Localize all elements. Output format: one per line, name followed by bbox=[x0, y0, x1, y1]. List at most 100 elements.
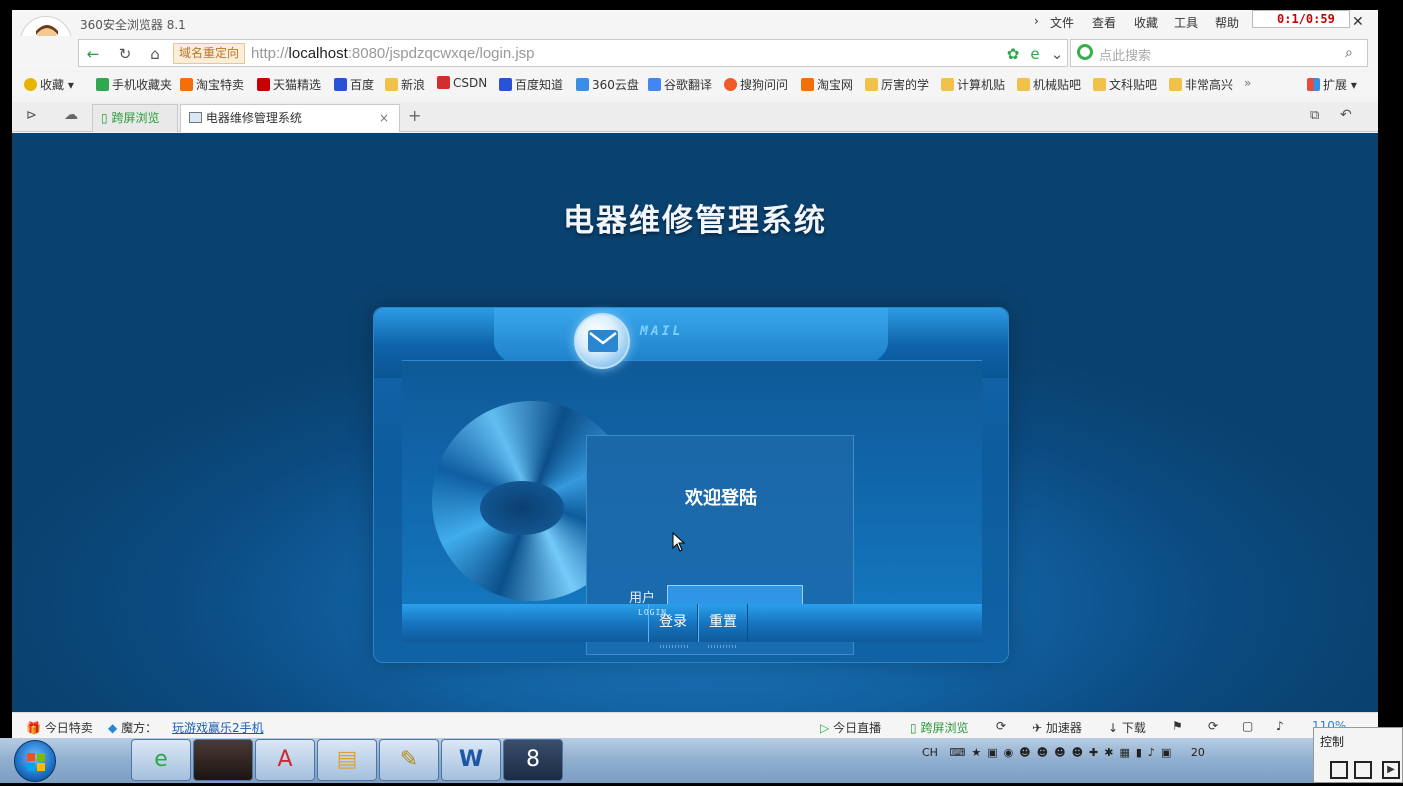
taskbar-folder-icon[interactable]: ▤ bbox=[317, 739, 377, 781]
taskbar-photo-icon[interactable] bbox=[193, 739, 253, 781]
taskbar-acrobat-icon[interactable]: A bbox=[255, 739, 315, 781]
baidu-icon bbox=[334, 78, 347, 91]
username-input[interactable] bbox=[667, 585, 803, 606]
folder-icon bbox=[1093, 78, 1106, 91]
login-button[interactable]: 登录 bbox=[648, 604, 698, 642]
taskbar-app-icon[interactable]: 8 bbox=[503, 739, 563, 781]
bookmark-item[interactable]: 淘宝网 bbox=[801, 76, 853, 93]
bookmark-item[interactable]: 搜狗问问 bbox=[724, 76, 788, 93]
cloud-icon bbox=[576, 78, 589, 91]
browser-icon[interactable]: ⟳ bbox=[1208, 719, 1218, 733]
back-arrow-icon[interactable]: ← bbox=[81, 45, 105, 63]
dropdown-chevron-icon[interactable]: ⌄ bbox=[1045, 45, 1069, 63]
bookmark-item[interactable]: 百度知道 bbox=[499, 76, 563, 93]
status-bar: 🎁 今日特卖 ◆ 魔方： 玩游戏赢乐2手机 ▷ 今日直播 ▯ 跨屏浏览 ⟳ ✈ … bbox=[12, 712, 1378, 738]
sound-icon[interactable]: ♪ bbox=[1276, 719, 1284, 733]
tab-bar: ⊳ ☁ ▯ 跨屏浏览 电器维修管理系统 × + ⧉ ↶ bbox=[12, 102, 1378, 132]
bookmark-item[interactable]: 天猫精选 bbox=[257, 76, 321, 93]
menu-chevron-icon[interactable]: › bbox=[1034, 14, 1039, 28]
menu-tools[interactable]: 工具 bbox=[1174, 14, 1198, 31]
menu-file[interactable]: 文件 bbox=[1050, 14, 1074, 31]
gift-icon: 🎁 bbox=[26, 721, 41, 735]
bookmark-item[interactable]: 文科贴吧 bbox=[1093, 76, 1157, 93]
play-icon[interactable]: ▶ bbox=[1382, 761, 1400, 779]
start-button[interactable] bbox=[14, 740, 56, 782]
bookmarks-bar: 收藏 ▾ 手机收藏夹 淘宝特卖 天猫精选 百度 新浪 CSDN 百度知道 360… bbox=[12, 72, 1378, 96]
welcome-text: 欢迎登陆 bbox=[685, 488, 757, 509]
cross-screen[interactable]: ▯ 跨屏浏览 bbox=[910, 719, 968, 736]
address-bar[interactable]: ← ↻ ⌂ 域名重定向 http://localhost:8080/jspdzq… bbox=[78, 39, 1068, 67]
tab-cross-screen[interactable]: ▯ 跨屏浏览 bbox=[92, 104, 178, 132]
tab-close-icon[interactable]: × bbox=[379, 105, 389, 131]
download[interactable]: ↓ 下载 bbox=[1108, 719, 1146, 736]
translate-icon bbox=[648, 78, 661, 91]
ie-icon[interactable]: ⟳ bbox=[996, 719, 1006, 733]
bookmark-item[interactable]: 计算机贴 bbox=[941, 76, 1005, 93]
game-link[interactable]: 玩游戏赢乐2手机 bbox=[172, 719, 264, 736]
redirect-badge[interactable]: 域名重定向 bbox=[173, 43, 246, 64]
address-row: ← ↻ ⌂ 域名重定向 http://localhost:8080/jspdzq… bbox=[12, 36, 1378, 70]
tray-icons[interactable]: ⌨★▣◉☻☻☻☻✚✱▦▮♪▣ bbox=[949, 746, 1177, 759]
url-text[interactable]: http://localhost:8080/jspdzqcwxqe/login.… bbox=[251, 45, 535, 62]
control-button-2[interactable] bbox=[1354, 761, 1372, 779]
phone-icon: ▯ bbox=[101, 111, 108, 125]
taskbar-360-browser-icon[interactable]: e bbox=[131, 739, 191, 781]
page-favicon-icon bbox=[189, 112, 202, 123]
bookmark-item[interactable]: 淘宝特卖 bbox=[180, 76, 244, 93]
taskbar-word-icon[interactable]: W bbox=[441, 739, 501, 781]
window-icon[interactable]: ▢ bbox=[1242, 719, 1253, 733]
magic-cube[interactable]: ◆ 魔方： bbox=[108, 719, 157, 736]
bookmark-item[interactable]: 新浪 bbox=[385, 76, 425, 93]
search-icon[interactable]: ⌕ bbox=[1345, 45, 1353, 61]
today-deals[interactable]: 🎁 今日特卖 bbox=[26, 719, 93, 736]
panel-body: 欢迎登陆 用户 密码 bbox=[402, 360, 982, 655]
recording-timer: 0:1/0:59 bbox=[1252, 10, 1350, 28]
system-tray: CH ⌨★▣◉☻☻☻☻✚✱▦▮♪▣ 20 bbox=[922, 746, 1205, 759]
secure-icon[interactable]: ✿ bbox=[1001, 45, 1025, 63]
bookmark-item[interactable]: 厉害的学 bbox=[865, 76, 929, 93]
bookmark-item[interactable]: 百度 bbox=[334, 76, 374, 93]
bookmark-item[interactable]: 360云盘 bbox=[576, 76, 639, 93]
tab-active[interactable]: 电器维修管理系统 × bbox=[180, 104, 400, 132]
control-popup: 控制 ▶ bbox=[1313, 727, 1403, 783]
bookmark-item[interactable]: 机械贴吧 bbox=[1017, 76, 1081, 93]
bookmark-item[interactable]: 非常高兴 bbox=[1169, 76, 1233, 93]
sidebar-toggle-icon[interactable]: ⊳ bbox=[26, 108, 37, 123]
undo-close-icon[interactable]: ↶ bbox=[1340, 107, 1352, 123]
language-indicator[interactable]: CH bbox=[922, 746, 938, 759]
reset-button[interactable]: 重置 bbox=[698, 604, 748, 642]
today-live[interactable]: ▷ 今日直播 bbox=[820, 719, 881, 736]
refresh-icon[interactable]: ↻ bbox=[113, 45, 137, 63]
accelerator[interactable]: ✈ 加速器 bbox=[1032, 719, 1082, 736]
search-engine-icon[interactable] bbox=[1077, 44, 1093, 60]
extensions-button[interactable]: 扩展 ▾ bbox=[1307, 76, 1357, 93]
flag-icon[interactable]: ⚑ bbox=[1172, 719, 1183, 733]
bookmark-item[interactable]: CSDN bbox=[437, 76, 487, 90]
taskbar-tools-icon[interactable]: ✎ bbox=[379, 739, 439, 781]
search-input[interactable]: 点此搜索 bbox=[1099, 45, 1151, 64]
bookmark-item[interactable]: 收藏 ▾ bbox=[24, 76, 74, 93]
menu-view[interactable]: 查看 bbox=[1092, 14, 1116, 31]
folder-icon bbox=[865, 78, 878, 91]
close-icon[interactable]: ✕ bbox=[1352, 14, 1364, 30]
new-tab-icon[interactable]: + bbox=[408, 106, 421, 125]
phone-icon: ▯ bbox=[910, 721, 917, 735]
home-icon[interactable]: ⌂ bbox=[143, 45, 167, 63]
phone-icon bbox=[96, 78, 109, 91]
star-icon bbox=[24, 78, 37, 91]
taobao-icon bbox=[180, 78, 193, 91]
rocket-icon: ✈ bbox=[1032, 721, 1043, 735]
search-box[interactable]: 点此搜索 ⌕ bbox=[1070, 39, 1368, 67]
bookmark-item[interactable]: 谷歌翻译 bbox=[648, 76, 712, 93]
button-bar: LOGIN 登录 重置 bbox=[402, 604, 982, 648]
menu-favorites[interactable]: 收藏 bbox=[1134, 14, 1158, 31]
bookmark-item[interactable]: 手机收藏夹 bbox=[96, 76, 172, 93]
ie-mode-icon[interactable]: e bbox=[1023, 45, 1047, 63]
tab-list-icon[interactable]: ⧉ bbox=[1310, 108, 1319, 123]
dots-decoration bbox=[708, 645, 736, 648]
menu-help[interactable]: 帮助 bbox=[1215, 14, 1239, 31]
more-bookmarks-icon[interactable]: » bbox=[1244, 76, 1251, 90]
baidu-zhidao-icon bbox=[499, 78, 512, 91]
control-button-1[interactable] bbox=[1330, 761, 1348, 779]
cloud-icon[interactable]: ☁ bbox=[64, 107, 78, 123]
